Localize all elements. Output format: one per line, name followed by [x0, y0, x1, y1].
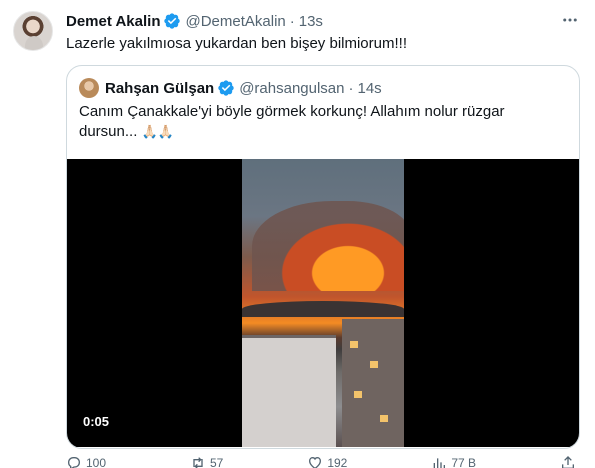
verified-badge-icon: [218, 80, 234, 96]
views-button[interactable]: 77 B: [431, 455, 476, 468]
retweet-count: 57: [210, 455, 224, 468]
views-count: 77 B: [451, 455, 477, 468]
share-button[interactable]: [560, 455, 576, 468]
separator-dot: ·: [289, 12, 295, 30]
quoted-tweet-time[interactable]: 14s: [358, 80, 382, 97]
video-duration: 0:05: [83, 414, 110, 429]
like-button[interactable]: 192: [307, 455, 347, 468]
quoted-tweet[interactable]: Rahşan Gülşan @rahsangulsan · 14s Canım …: [66, 65, 580, 449]
lit-window: [380, 415, 388, 422]
separator-dot: ·: [348, 79, 354, 97]
action-bar: 100 57 192 77 B: [66, 455, 576, 468]
quoted-author-name[interactable]: Rahşan Gülşan: [105, 80, 214, 97]
reply-button[interactable]: 100: [66, 455, 106, 468]
tweet[interactable]: Demet Akalin @DemetAkalin · 13s Lazerle …: [0, 0, 595, 468]
lit-window: [370, 361, 378, 368]
quoted-tweet-text: Canım Çanakkale'yi böyle görmek korkunç!…: [79, 102, 559, 142]
quoted-author-handle[interactable]: @rahsangulsan: [239, 80, 344, 97]
like-icon: [309, 456, 322, 468]
fire-smoke: [252, 201, 404, 291]
like-count: 192: [327, 455, 348, 468]
verified-badge-icon: [164, 13, 181, 29]
tweet-time[interactable]: 13s: [299, 13, 323, 30]
building-left: [242, 335, 336, 447]
reply-count: 100: [86, 455, 107, 468]
praying-hands-emoji: 🙏🏻🙏🏻: [141, 124, 174, 139]
author-name[interactable]: Demet Akalin: [66, 13, 160, 30]
more-options-icon[interactable]: [558, 10, 582, 30]
retweet-button[interactable]: 57: [190, 455, 223, 468]
retweet-icon: [193, 456, 203, 468]
video-frame: [242, 159, 404, 447]
tweet-header: Demet Akalin @DemetAkalin · 13s: [66, 11, 323, 31]
tweet-text: Lazerle yakılmıosa yukardan ben bişey bi…: [66, 35, 407, 52]
author-avatar[interactable]: [13, 11, 53, 51]
reply-icon: [67, 456, 81, 468]
share-icon: [561, 455, 574, 468]
lit-window: [350, 341, 358, 348]
building-right: [342, 319, 404, 447]
quoted-author-avatar[interactable]: [79, 78, 99, 98]
video-player[interactable]: 0:05: [67, 159, 579, 447]
quoted-tweet-header: Rahşan Gülşan @rahsangulsan · 14s: [105, 78, 382, 98]
lit-window: [354, 391, 362, 398]
author-handle[interactable]: @DemetAkalin: [185, 13, 285, 30]
hill-ridge: [242, 301, 404, 317]
views-icon: [433, 457, 446, 468]
